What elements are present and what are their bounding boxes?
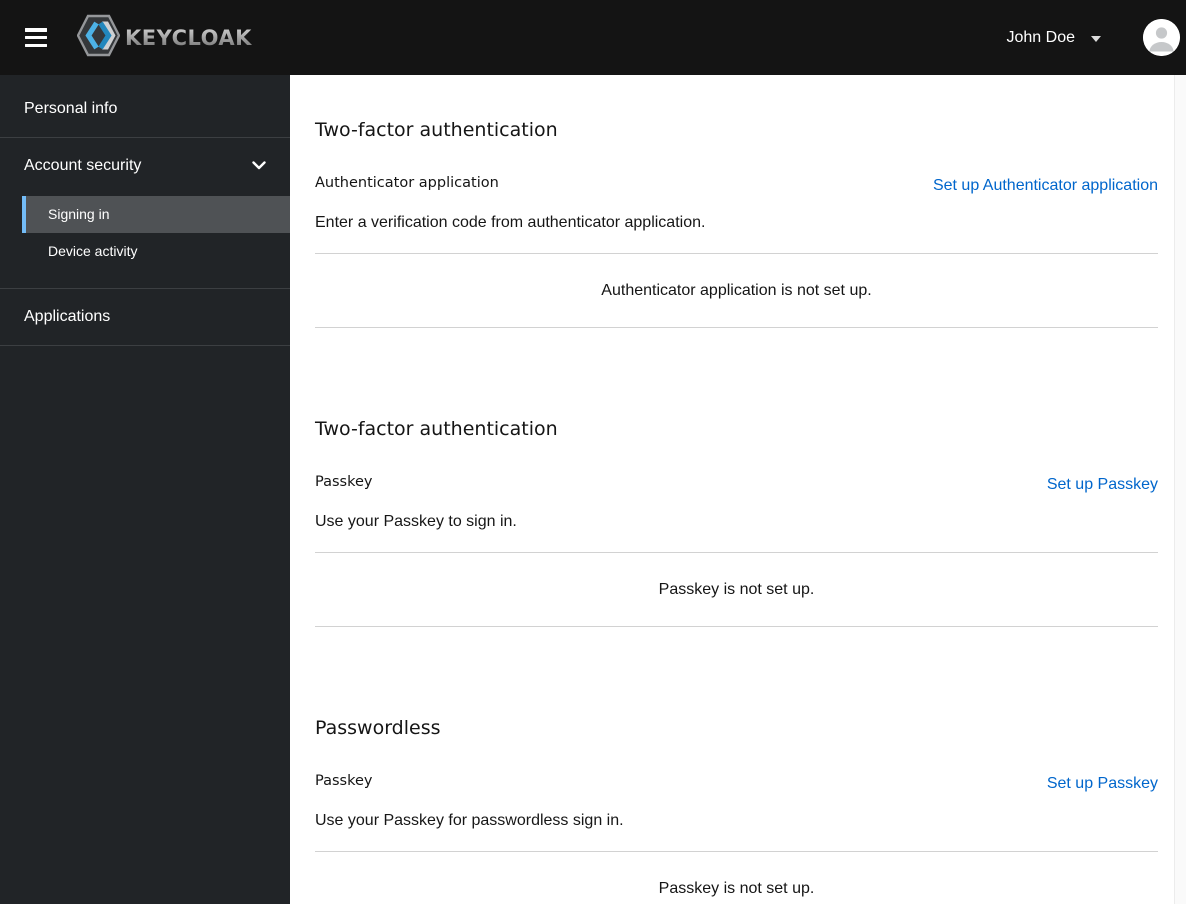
credential-type-label: Passkey (315, 474, 373, 490)
keycloak-logo[interactable]: KEYCLOAK (76, 13, 252, 63)
section-title: Two-factor authentication (315, 418, 558, 440)
nav-toggle-hamburger-icon[interactable] (25, 28, 47, 47)
sidebar-item-personal-info[interactable]: Personal info (0, 85, 290, 133)
sidebar-item-signing-in[interactable]: Signing in (22, 196, 290, 233)
keycloak-wordmark: KEYCLOAK (125, 25, 252, 50)
sidebar-item-label: Applications (24, 308, 111, 325)
masthead: KEYCLOAK John Doe (0, 0, 1186, 75)
user-name: John Doe (1006, 28, 1076, 46)
sidebar: Personal info Account security Signing i… (0, 75, 290, 904)
divider (315, 626, 1158, 627)
keycloak-logo-icon (76, 13, 121, 63)
sidebar-item-label: Device activity (48, 243, 138, 259)
setup-passkey-link[interactable]: Set up Passkey (1047, 776, 1158, 792)
scrollbar[interactable] (1174, 75, 1186, 904)
section-title: Two-factor authentication (315, 119, 558, 141)
sidebar-divider (0, 288, 290, 289)
sidebar-divider (0, 345, 290, 346)
two-factor-passkey-section: Two-factor authentication Passkey Set up… (315, 416, 1158, 627)
empty-state-text: Authenticator application is not set up. (601, 282, 872, 299)
divider (315, 327, 1158, 328)
avatar[interactable] (1143, 19, 1180, 56)
empty-state-text: Passkey is not set up. (658, 880, 815, 897)
chevron-down-icon (252, 157, 266, 175)
signing-in-page: Two-factor authentication Authenticator … (290, 75, 1174, 904)
sidebar-item-label: Personal info (24, 100, 118, 117)
sidebar-item-label: Account security (24, 157, 142, 174)
passwordless-section: Passwordless Passkey Set up Passkey Use … (315, 715, 1158, 904)
sidebar-item-label: Signing in (48, 206, 110, 222)
credential-description: Use your Passkey for passwordless sign i… (315, 812, 624, 829)
user-dropdown[interactable]: John Doe (1006, 28, 1101, 47)
section-title: Passwordless (315, 717, 441, 739)
two-factor-authenticator-section: Two-factor authentication Authenticator … (315, 117, 1158, 328)
credential-description: Use your Passkey to sign in. (315, 513, 517, 530)
setup-authenticator-link[interactable]: Set up Authenticator application (933, 178, 1158, 194)
credential-type-label: Passkey (315, 773, 373, 789)
sidebar-divider (0, 137, 290, 138)
sidebar-item-device-activity[interactable]: Device activity (22, 233, 290, 270)
caret-down-icon (1091, 35, 1101, 42)
credential-description: Enter a verification code from authentic… (315, 214, 706, 231)
sidebar-item-account-security[interactable]: Account security (0, 142, 290, 190)
sidebar-nav: Personal info Account security Signing i… (0, 75, 290, 346)
account-security-subnav: Signing in Device activity (0, 196, 290, 284)
setup-passkey-link[interactable]: Set up Passkey (1047, 477, 1158, 493)
sidebar-item-applications[interactable]: Applications (0, 293, 290, 341)
empty-state-text: Passkey is not set up. (658, 581, 815, 598)
credential-type-label: Authenticator application (315, 175, 499, 191)
